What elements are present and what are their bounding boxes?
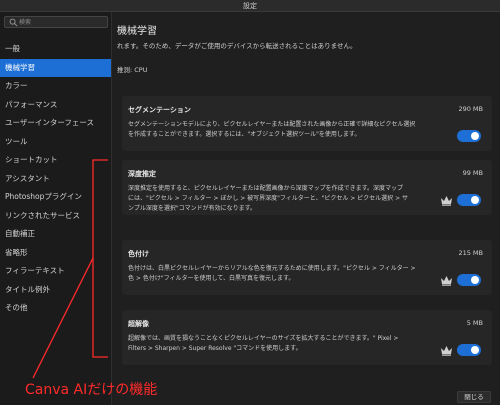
crown-icon — [441, 276, 452, 286]
description-line: 色付けは、白黒ピクセルレイヤーからリアルな色を復元するために使用します。"ピクセ… — [128, 265, 416, 272]
sidebar-item[interactable]: 省略形 — [0, 244, 111, 263]
description-line: Filters > Sharpen > Super Resolve "コマンドを… — [128, 345, 302, 352]
feature-description: セグメンテーションモデルにより、ピクセルレイヤーまたは配置された画像から正確で詳… — [128, 120, 428, 140]
sidebar-nav: 一般 機械学習 カラー パフォーマンス ユーザーインターフェース ツール ショートカット アシ… — [0, 40, 111, 318]
description-line: 深度推定を使用すると、ピクセルレイヤーまたは配置画像から深度マップを作成できます… — [128, 185, 403, 192]
sidebar-item[interactable]: タイトル例外 — [0, 281, 111, 300]
feature-name: 色付け — [128, 250, 149, 258]
sidebar-item[interactable]: パフォーマンス — [0, 96, 111, 115]
toggle-knob — [471, 196, 479, 204]
sidebar-item[interactable]: 一般 — [0, 40, 111, 59]
title-bar: 設定 — [0, 0, 500, 12]
crown-icon — [441, 196, 452, 206]
search-icon — [9, 18, 18, 27]
description-line: を作成することができます。選択するには、"オブジェクト選択ツール"を使用します。 — [128, 131, 361, 138]
feature-size: 99 MB — [462, 169, 483, 177]
crown-icon — [441, 346, 452, 356]
sidebar-item[interactable]: その他 — [0, 299, 111, 318]
page-title: 機械学習 — [117, 26, 157, 37]
feature-name: 超解像 — [128, 320, 149, 328]
window-title: 設定 — [243, 2, 257, 10]
sidebar-item[interactable]: Photoshopプラグイン — [0, 188, 111, 207]
feature-description: 深度推定を使用すると、ピクセルレイヤーまたは配置画像から深度マップを作成できます… — [128, 184, 428, 214]
description-line: ンプル深度を選択"コマンドが有効になります。 — [128, 205, 256, 212]
feature-size: 290 MB — [458, 105, 483, 113]
sidebar-item[interactable]: アシスタント — [0, 170, 111, 189]
feature-size: 215 MB — [458, 249, 483, 257]
feature-description: 色付けは、白黒ピクセルレイヤーからリアルな色を復元するために使用します。"ピクセ… — [128, 264, 428, 284]
feature-toggle[interactable] — [457, 130, 481, 142]
description-line: 色 > 色付け"フィルターを使用して、白黒写真を復元します。 — [128, 275, 295, 282]
toggle-knob — [471, 132, 479, 140]
toggle-knob — [471, 346, 479, 354]
feature-card: セグメンテーション 290 MB セグメンテーションモデルにより、ピクセルレイヤーま… — [122, 96, 492, 151]
annotation-label: Canva AIだけの機能 — [25, 382, 158, 398]
feature-toggle[interactable] — [457, 274, 481, 286]
feature-toggle[interactable] — [457, 344, 481, 356]
close-button[interactable]: 閉じる — [457, 391, 491, 403]
feature-name: セグメンテーション — [128, 106, 191, 114]
sidebar-item[interactable]: ユーザーインターフェース — [0, 114, 111, 133]
inference-device: 推測: CPU — [117, 66, 148, 74]
intro-text: れます。そのため、データがご使用のデバイスから転送されることはありません。 — [117, 42, 357, 50]
sidebar-item[interactable]: カラー — [0, 77, 111, 96]
toggle-knob — [471, 276, 479, 284]
settings-sidebar: 一般機械学習カラーパフォーマンスユーザーインターフェースツールショートカットアシ… — [0, 12, 112, 405]
main-panel: 機械学習 れます。そのため、データがご使用のデバイスから転送されることはありませ… — [112, 12, 500, 405]
sidebar-item[interactable]: フィラーテキスト — [0, 262, 111, 281]
sidebar-item[interactable]: リンクされたサービス — [0, 207, 111, 226]
sidebar-item[interactable]: ショートカット — [0, 151, 111, 170]
feature-name: 深度推定 — [128, 170, 156, 178]
sidebar-item[interactable]: 機械学習 — [0, 58, 111, 77]
feature-toggle[interactable] — [457, 194, 481, 206]
sidebar-item[interactable]: 自動補正 — [0, 225, 111, 244]
feature-description: 超解像では、画質を損なうことなくピクセルレイヤーのサイズを拡大することができます… — [128, 334, 428, 354]
feature-card: 色付け 215 MB 色付けは、白黒ピクセルレイヤーからリアルな色を復元するために使… — [122, 240, 492, 295]
feature-size: 5 MB — [466, 319, 483, 327]
description-line: には、"ピクセル > フィルター > ぼかし > 被写界深度"フィルターと、"ピ… — [128, 195, 409, 202]
feature-card: 深度推定 99 MB 深度推定を使用すると、ピクセルレイヤーまたは配置画像から深度マ… — [122, 160, 492, 215]
search-input[interactable] — [19, 17, 105, 27]
feature-card: 超解像 5 MB 超解像では、画質を損なうことなくピクセルレイヤーのサイズを拡大する… — [122, 310, 492, 365]
description-line: セグメンテーションモデルにより、ピクセルレイヤーまたは配置された画像から正確で詳… — [128, 121, 416, 128]
settings-window: 設定 一般機械学習カラーパフォーマンスユーザーインターフェースツールショートカッ… — [0, 0, 500, 405]
description-line: 超解像では、画質を損なうことなくピクセルレイヤーのサイズを拡大することができます… — [128, 335, 399, 342]
search-box[interactable] — [4, 16, 108, 28]
sidebar-item[interactable]: ツール — [0, 133, 111, 152]
